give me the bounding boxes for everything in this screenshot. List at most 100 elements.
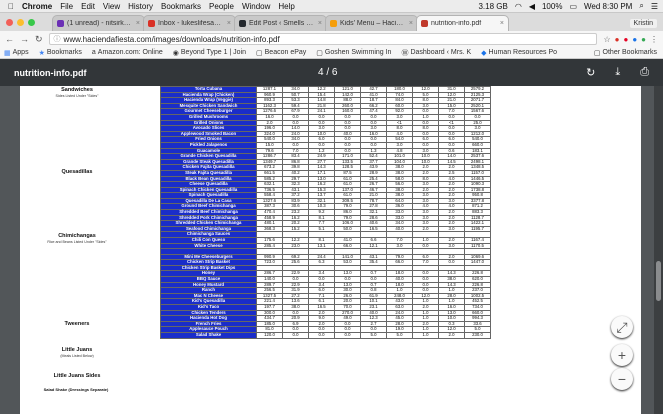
bookmark-beyond-type-1[interactable]: ◉ Beyond Type 1 | Join — [173, 49, 246, 57]
close-icon[interactable]: × — [409, 20, 413, 27]
category-little-juans: Little Juans — [61, 347, 93, 353]
category-quesadillas: Quesadillas — [61, 169, 93, 175]
apps-icon: ▦ — [4, 49, 11, 57]
pdf-toolbar: nutrition-info.pdf 4 / 6 ↻ ⤓ ⎙ — [0, 59, 663, 86]
tab-mail[interactable]: (1 unread) - nitsirk1976 × — [52, 15, 145, 31]
tab-nutrition-pdf[interactable]: nutrition-info.pdf × — [416, 15, 509, 31]
menu-people[interactable]: People — [209, 2, 234, 11]
address-bar[interactable]: ⓘ www.haciendafiesta.com/images/download… — [48, 33, 598, 45]
extension-icon[interactable]: ● — [632, 35, 637, 44]
toolbar: ← → ↻ ⓘ www.haciendafiesta.com/images/do… — [0, 31, 663, 47]
clock[interactable]: Wed 8:30 PM — [584, 2, 632, 11]
search-icon[interactable]: ⌕ — [639, 1, 643, 11]
tab-favicon-icon — [148, 20, 155, 27]
tab-strip: (1 unread) - nitsirk1976 × Inbox - lukesl… — [0, 13, 663, 31]
zoom-in-button[interactable]: + — [611, 344, 633, 366]
category-salad-shake: Salad Shake (Dressings Separate) — [43, 387, 109, 392]
other-bookmarks[interactable]: ▢ Other Bookmarks — [594, 49, 663, 57]
notifications-icon[interactable]: ☰ — [651, 2, 658, 11]
nutrition-value: 230.0 — [464, 331, 491, 339]
url-text: www.haciendafiesta.com/images/downloads/… — [63, 34, 280, 44]
bookmark-beacon-epay[interactable]: ▢ Beacon ePay — [256, 49, 306, 57]
star-icon: ★ — [38, 49, 45, 57]
scrollbar-thumb[interactable] — [656, 261, 661, 301]
menu-chrome[interactable]: Chrome — [22, 2, 52, 11]
page-info-icon[interactable]: ⓘ — [54, 34, 61, 44]
extensions: ☆ ● ● ● ● ⋮ — [603, 35, 658, 44]
battery-pct: 100% — [541, 1, 563, 11]
bookmark-goshen-swimming[interactable]: ▢ Goshen Swimming In — [316, 49, 391, 57]
site-icon: ◉ — [172, 49, 179, 57]
star-icon[interactable]: ☆ — [603, 35, 610, 44]
page-indicator[interactable]: 4 / 6 — [318, 67, 337, 78]
site-icon: ◆ — [481, 49, 487, 57]
nutrition-value: 2.0 — [438, 331, 465, 339]
bookmark-bookmarks[interactable]: ★ Bookmarks — [39, 49, 82, 57]
menu-window[interactable]: Window — [242, 2, 270, 11]
amazon-icon: a — [91, 49, 96, 56]
menu-edit[interactable]: Edit — [81, 2, 95, 11]
bookmark-dashboard[interactable]: Ⓦ Dashboard ‹ Mrs. K — [401, 48, 471, 58]
menu-bookmarks[interactable]: Bookmarks — [161, 2, 201, 11]
pdf-viewer[interactable]: Sandwiches Sides Listed Under "Sides" Qu… — [0, 86, 663, 414]
tab-favicon-icon — [421, 20, 428, 27]
reload-icon[interactable]: ↻ — [35, 34, 43, 45]
category-tweeners: Tweeners — [64, 321, 90, 327]
minimize-window-button[interactable] — [17, 19, 24, 26]
close-icon[interactable]: × — [318, 20, 322, 27]
tab-kids-menu[interactable]: Kids' Menu – Hacienda M× — [325, 15, 418, 31]
mac-menubar:  Chrome File Edit View History Bookmark… — [0, 0, 663, 13]
bookmark-apps[interactable]: ▦ Apps — [4, 49, 29, 57]
nutrition-table: Torta Cubana 1287.1 34.0 12.2 121.0 42.7 180.0… — [160, 86, 491, 339]
table-row: Salad Shake 120.0 0.0 0.0 0.0 5.0 5.0 1.0 2.0 230… — [160, 331, 491, 339]
bookmark-human-resources[interactable]: ◆ Human Resources Po — [481, 49, 557, 57]
menu-icon[interactable]: ⋮ — [650, 35, 658, 44]
category-subtitle: Rice and Beans Listed Under "Sides" — [47, 240, 107, 244]
menu-file[interactable]: File — [60, 2, 73, 11]
folder-icon: ▢ — [256, 49, 263, 57]
bookmarks-bar: ▦ Apps ★ Bookmarks a Amazon.com: Online ◉ Be… — [0, 47, 663, 59]
menu-history[interactable]: History — [128, 2, 153, 11]
nutrition-value: 0.0 — [282, 331, 309, 339]
nutrition-value: 120.0 — [256, 331, 283, 339]
menu-help[interactable]: Help — [278, 2, 294, 11]
volume-icon[interactable]: ◀ — [529, 2, 535, 11]
tab-favicon-icon — [330, 20, 337, 27]
folder-icon: ▢ — [593, 49, 601, 57]
battery-icon[interactable]: ▭ — [569, 2, 577, 11]
bookmark-amazon[interactable]: a Amazon.com: Online — [92, 49, 163, 56]
back-icon[interactable]: ← — [5, 34, 14, 44]
pdf-page: Sandwiches Sides Listed Under "Sides" Qu… — [20, 86, 641, 414]
nutrition-value: 5.0 — [360, 331, 387, 339]
extension-icon[interactable]: ● — [615, 35, 620, 44]
apple-icon[interactable]:  — [8, 2, 14, 11]
download-icon[interactable]: ⤓ — [615, 66, 620, 79]
profile-button[interactable]: Kristin — [629, 19, 657, 28]
menu-view[interactable]: View — [103, 2, 120, 11]
forward-icon[interactable]: → — [20, 34, 29, 44]
scrollbar[interactable] — [654, 86, 663, 414]
extension-icon[interactable]: ● — [623, 35, 628, 44]
nutrition-value: 0.0 — [308, 331, 335, 339]
close-window-button[interactable] — [6, 19, 13, 26]
wordpress-icon: Ⓦ — [401, 49, 409, 57]
window-controls — [6, 19, 35, 26]
zoom-window-button[interactable] — [28, 19, 35, 26]
close-icon[interactable]: × — [500, 20, 504, 27]
category-chimichangas: Chimichangas — [58, 233, 96, 239]
nutrition-value: 5.0 — [386, 331, 413, 339]
extension-icon[interactable]: ● — [641, 35, 646, 44]
close-icon[interactable]: × — [136, 20, 140, 27]
close-icon[interactable]: × — [227, 20, 231, 27]
pdf-title: nutrition-info.pdf — [14, 67, 87, 78]
zoom-out-button[interactable]: − — [611, 368, 633, 390]
category-subtitle: (Meals Listed Below) — [60, 354, 94, 358]
wifi-icon[interactable]: ◠ — [515, 2, 522, 11]
tab-inbox[interactable]: Inbox - lukeslifesavers@g× — [143, 15, 236, 31]
storage-readout: 3.18 GB — [478, 1, 508, 11]
fit-page-button[interactable]: ⤢ — [611, 316, 633, 338]
print-icon[interactable]: ⎙ — [640, 66, 649, 79]
tab-edit-post[interactable]: Edit Post ‹ Smells Like Ima× — [234, 15, 327, 31]
category-little-juans-sides: Little Juans Sides — [53, 373, 101, 379]
rotate-icon[interactable]: ↻ — [586, 66, 595, 79]
